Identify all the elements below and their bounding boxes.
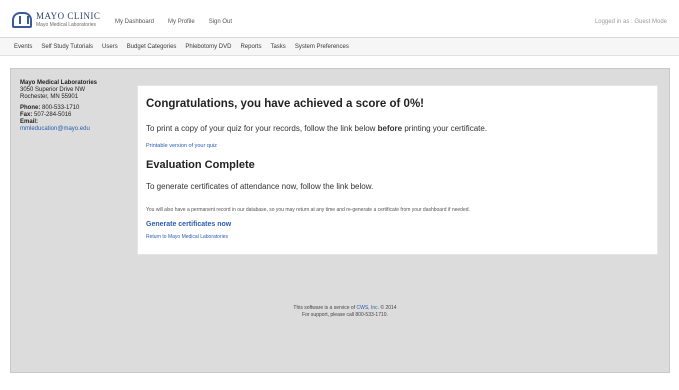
main-content-panel: Congratulations, you have achieved a sco… <box>137 85 658 255</box>
main-menu: Events Self Study Tutorials Users Budget… <box>14 44 349 50</box>
menu-tasks[interactable]: Tasks <box>270 44 285 50</box>
nav-my-dashboard[interactable]: My Dashboard <box>115 19 154 25</box>
nav-my-profile[interactable]: My Profile <box>168 19 195 25</box>
fax-row: Fax: 507-284-5016 <box>20 112 130 119</box>
return-link[interactable]: Return to Mayo Medical Laboratories <box>146 234 228 240</box>
address-line-2: Rochester, MN 55901 <box>20 94 79 100</box>
certificate-instruction: To generate certificates of attendance n… <box>146 182 374 191</box>
nav-sign-out[interactable]: Sign Out <box>209 19 232 25</box>
logo-subtitle: Mayo Medical Laboratories <box>36 22 97 28</box>
fax-label: Fax: <box>20 112 33 118</box>
footer-support: For support, please call 800-533-1710. <box>302 312 388 318</box>
generate-certificates-link[interactable]: Generate certificates now <box>146 221 231 228</box>
email-link[interactable]: mmleducation@mayo.edu <box>20 126 130 133</box>
menu-phlebotomy-dvd[interactable]: Phlebotomy DVD <box>185 44 231 50</box>
top-nav: My Dashboard My Profile Sign Out <box>115 19 232 25</box>
permanent-record-note: You will also have a permanent record in… <box>146 207 470 213</box>
evaluation-heading: Evaluation Complete <box>146 159 255 171</box>
menu-self-study-tutorials[interactable]: Self Study Tutorials <box>41 44 93 50</box>
score-heading: Congratulations, you have achieved a sco… <box>146 98 424 110</box>
footer-line-1: This software is a service of CWS, Inc. … <box>293 305 397 311</box>
email-label: Email: <box>20 119 39 125</box>
menu-reports[interactable]: Reports <box>240 44 261 50</box>
mayo-clinic-logo[interactable]: MAYO CLINIC Mayo Medical Laboratories <box>12 8 102 32</box>
menu-events[interactable]: Events <box>14 44 32 50</box>
org-name: Mayo Medical Laboratories <box>20 80 98 86</box>
menu-budget-categories[interactable]: Budget Categories <box>127 44 177 50</box>
logged-in-user: Logged in as : Guest Mode <box>594 19 667 25</box>
printable-quiz-link[interactable]: Printable version of your quiz <box>146 143 217 149</box>
footer: This software is a service of CWS, Inc. … <box>220 305 470 319</box>
address-line-1: 3050 Superior Drive NW <box>20 87 86 93</box>
menu-bar: Events Self Study Tutorials Users Budget… <box>0 38 679 56</box>
fax-value: 507-284-5016 <box>34 112 72 118</box>
logo-title: MAYO CLINIC <box>36 11 101 21</box>
menu-users[interactable]: Users <box>102 44 118 50</box>
contact-sidebar: Mayo Medical Laboratories 3050 Superior … <box>20 80 130 133</box>
phone-label: Phone: <box>20 105 41 111</box>
print-instruction: To print a copy of your quiz for your re… <box>146 124 488 133</box>
menu-system-preferences[interactable]: System Preferences <box>295 44 349 50</box>
top-bar: MAYO CLINIC Mayo Medical Laboratories My… <box>0 0 679 38</box>
phone-value: 800-533-1710 <box>42 105 80 111</box>
phone-row: Phone: 800-533-1710 <box>20 105 130 112</box>
cws-link[interactable]: CWS, Inc. <box>356 305 379 311</box>
shield-icon <box>12 12 32 28</box>
print-emphasis: before <box>377 124 403 133</box>
